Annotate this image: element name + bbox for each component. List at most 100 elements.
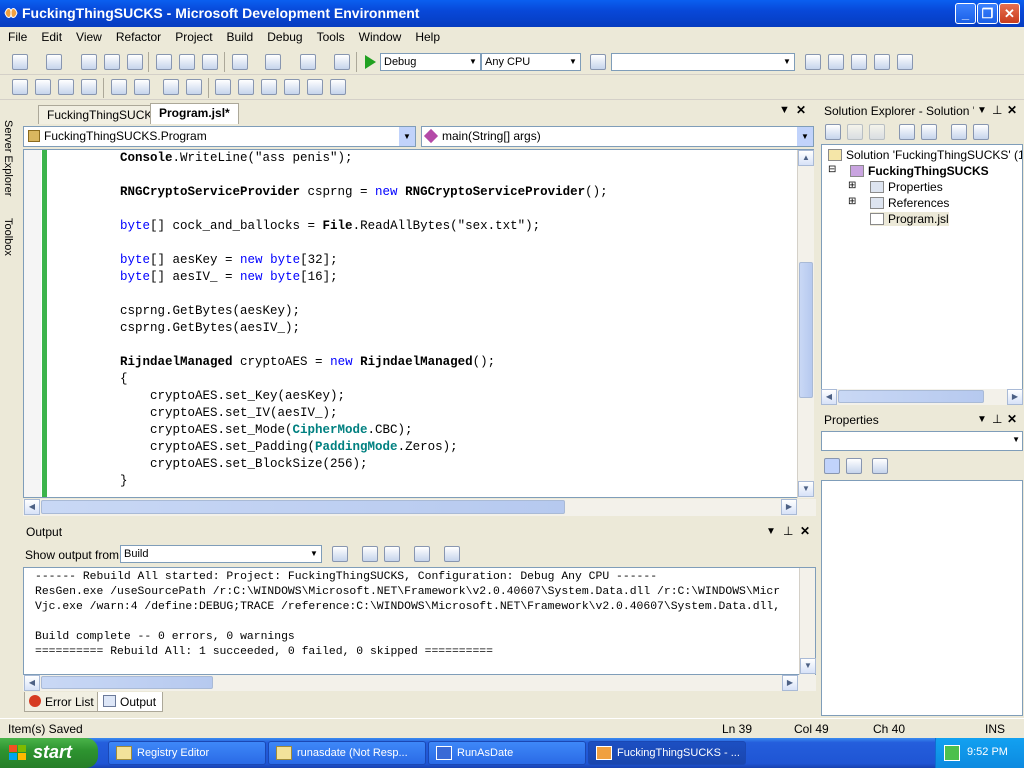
start-button[interactable]: start (0, 738, 98, 768)
code-line[interactable] (120, 235, 608, 252)
code-line[interactable]: cryptoAES.set_Mode(CipherMode.CBC); (120, 422, 608, 439)
menu-build[interactable]: Build (219, 27, 260, 49)
scroll-thumb[interactable] (799, 262, 813, 398)
navigate-forward-icon[interactable] (334, 54, 350, 70)
close-document-icon[interactable]: ✕ (796, 103, 806, 117)
categorized-icon[interactable] (824, 458, 840, 474)
tray-icon[interactable] (944, 745, 960, 761)
next-bookmark-icon[interactable] (261, 79, 277, 95)
toggle-bookmark-icon[interactable] (215, 79, 231, 95)
previous-bookmark-folder-icon[interactable] (284, 79, 300, 95)
scroll-down-icon[interactable]: ▼ (798, 481, 814, 497)
maximize-button[interactable]: ❐ (977, 3, 998, 24)
class-combo[interactable]: FuckingThingSUCKS.Program ▼ (23, 126, 416, 147)
title-bar[interactable]: FuckingThingSUCKS - Microsoft Developmen… (0, 0, 1024, 27)
solution-tree[interactable]: Solution 'FuckingThingSUCKS' (1 pro ⊟ Fu… (821, 144, 1023, 405)
pin-icon[interactable]: ⊥ (783, 524, 793, 538)
solution-node[interactable]: Solution 'FuckingThingSUCKS' (1 pro (828, 148, 1022, 162)
project-node[interactable]: FuckingThingSUCKS (850, 164, 989, 178)
scroll-down-icon[interactable]: ▼ (800, 658, 816, 674)
output-source-combo[interactable]: Build ▼ (120, 545, 322, 563)
uncomment-lines-icon[interactable] (186, 79, 202, 95)
show-all-files-icon[interactable] (847, 124, 863, 140)
code-line[interactable]: RijndaelManaged cryptoAES = new Rijndael… (120, 354, 608, 371)
save-icon[interactable] (104, 54, 120, 70)
open-file-icon[interactable] (81, 54, 97, 70)
navigate-back-icon[interactable] (300, 54, 316, 70)
expand-icon[interactable]: ⊞ (848, 196, 856, 207)
cut-icon[interactable] (156, 54, 172, 70)
copy-icon[interactable] (179, 54, 195, 70)
next-message-icon[interactable] (384, 546, 400, 562)
window-position-icon[interactable]: ▼ (977, 414, 987, 425)
output-vertical-scrollbar[interactable]: ▼ (799, 568, 816, 675)
toggle-word-wrap-icon[interactable] (444, 546, 460, 562)
properties-window-icon[interactable] (828, 54, 844, 70)
expand-icon[interactable]: ⊞ (848, 180, 856, 191)
save-all-icon[interactable] (127, 54, 143, 70)
redo-icon[interactable] (265, 54, 281, 70)
code-line[interactable]: cryptoAES.set_BlockSize(256); (120, 456, 608, 473)
menu-project[interactable]: Project (167, 27, 218, 49)
previous-bookmark-icon[interactable] (238, 79, 254, 95)
taskbar-devenv[interactable]: FuckingThingSUCKS - ... (588, 741, 746, 765)
code-editor[interactable]: Console.WriteLine("ass penis"); RNGCrypto… (23, 149, 814, 498)
clock[interactable]: 9:52 PM (967, 746, 1008, 758)
clear-all-icon[interactable] (414, 546, 430, 562)
solution-explorer-icon[interactable] (805, 54, 821, 70)
collapse-icon[interactable]: ⊟ (828, 164, 836, 175)
scroll-left-icon[interactable]: ◀ (821, 389, 837, 405)
code-line[interactable]: Console.WriteLine("ass penis"); (120, 150, 608, 167)
code-line[interactable]: RNGCryptoServiceProvider csprng = new RN… (120, 184, 608, 201)
display-quick-info-icon[interactable] (58, 79, 74, 95)
find-in-files-icon[interactable] (590, 54, 606, 70)
code-line[interactable] (120, 337, 608, 354)
close-icon[interactable]: ✕ (800, 524, 810, 538)
scroll-thumb[interactable] (838, 390, 984, 403)
menu-view[interactable]: View (68, 27, 108, 49)
refresh-icon[interactable] (921, 124, 937, 140)
window-position-icon[interactable]: ▼ (977, 105, 987, 116)
menu-refactor[interactable]: Refactor (108, 27, 167, 49)
find-combo[interactable]: ▼ (611, 53, 795, 71)
other-windows-icon[interactable] (897, 54, 913, 70)
scroll-thumb[interactable] (41, 676, 213, 689)
properties-grid[interactable] (821, 480, 1023, 716)
taskbar-runasdate-folder[interactable]: runasdate (Not Resp... (268, 741, 426, 765)
comment-lines-icon[interactable] (163, 79, 179, 95)
scroll-left-icon[interactable]: ◀ (24, 499, 40, 515)
scroll-right-icon[interactable]: ▶ (782, 675, 798, 691)
references-node[interactable]: References (870, 196, 949, 210)
scroll-right-icon[interactable]: ▶ (1007, 389, 1023, 405)
view-class-icon[interactable] (973, 124, 989, 140)
paste-icon[interactable] (202, 54, 218, 70)
code-line[interactable]: byte[] aesIV_ = new byte[16]; (120, 269, 608, 286)
scroll-left-icon[interactable]: ◀ (24, 675, 40, 691)
menu-edit[interactable]: Edit (33, 27, 68, 49)
object-browser-icon[interactable] (851, 54, 867, 70)
code-line[interactable]: byte[] cock_and_ballocks = File.ReadAllB… (120, 218, 608, 235)
code-line[interactable]: { (120, 371, 608, 388)
taskbar-registry-editor[interactable]: Registry Editor (108, 741, 266, 765)
close-icon[interactable]: ✕ (1007, 412, 1017, 426)
refresh-disabled-icon[interactable] (869, 124, 885, 140)
toolbox-tab[interactable]: Toolbox (2, 218, 14, 256)
next-bookmark-folder-icon[interactable] (307, 79, 323, 95)
editor-vertical-scrollbar[interactable]: ▲ ▼ (797, 150, 814, 498)
clear-bookmarks-icon[interactable] (330, 79, 346, 95)
program-jsl-node[interactable]: Program.jsl (870, 212, 949, 226)
menu-help[interactable]: Help (407, 27, 446, 49)
code-line[interactable] (120, 167, 608, 184)
scroll-up-icon[interactable]: ▲ (798, 150, 814, 166)
find-message-icon[interactable] (332, 546, 348, 562)
platform-combo[interactable]: Any CPU ▼ (481, 53, 581, 71)
increase-indent-icon[interactable] (134, 79, 150, 95)
view-code-icon[interactable] (899, 124, 915, 140)
toolbox-icon[interactable] (874, 54, 890, 70)
menu-file[interactable]: File (0, 27, 33, 49)
code-text[interactable]: Console.WriteLine("ass penis"); RNGCrypto… (120, 150, 608, 490)
new-project-icon[interactable] (12, 54, 28, 70)
menu-tools[interactable]: Tools (309, 27, 351, 49)
previous-message-icon[interactable] (362, 546, 378, 562)
close-button[interactable]: ✕ (999, 3, 1020, 24)
